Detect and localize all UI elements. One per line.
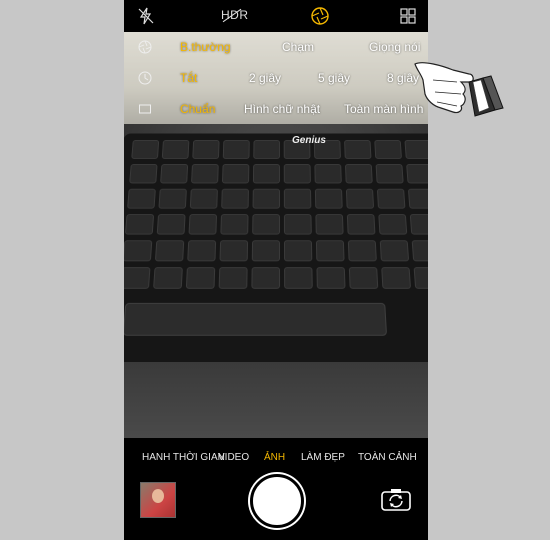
settings-row-shutter: B.thường Chạm Giọng nói	[124, 32, 428, 62]
mode-beauty[interactable]: LÀM ĐẸP	[301, 452, 345, 463]
option-normal[interactable]: B.thường	[180, 40, 231, 54]
camera-top-bar: HDR	[124, 0, 428, 32]
camera-settings-panel: B.thường Chạm Giọng nói Tắt 2 giây 5 giâ…	[124, 32, 428, 124]
thumbnail-photo	[152, 489, 164, 503]
mode-timelapse[interactable]: HANH THỜI GIAN	[142, 452, 225, 463]
pointing-hand-icon	[414, 62, 504, 117]
keyboard-image	[124, 133, 428, 373]
settings-row-aspect: Chuẩn Hình chữ nhật Toàn màn hình	[124, 94, 428, 124]
keyboard-brand-text: Genius	[292, 135, 326, 146]
desk-surface	[124, 362, 428, 438]
spacebar	[124, 302, 388, 336]
gallery-thumbnail[interactable]	[140, 482, 176, 518]
option-fullscreen[interactable]: Toàn màn hình	[344, 102, 423, 116]
mode-photo[interactable]: ẢNH	[264, 452, 285, 463]
mode-video[interactable]: VIDEO	[218, 452, 249, 463]
aperture-icon	[138, 40, 152, 54]
flash-off-icon[interactable]	[136, 6, 156, 26]
camera-mode-bar: HANH THỜI GIAN VIDEO ẢNH LÀM ĐẸP TOÀN CẢ…	[124, 438, 428, 478]
shutter-button[interactable]	[250, 474, 304, 528]
mode-panorama[interactable]: TOÀN CẢNH	[358, 452, 417, 463]
option-timer-off[interactable]: Tắt	[180, 71, 197, 85]
grid-icon[interactable]	[398, 6, 418, 26]
option-timer-2s[interactable]: 2 giây	[249, 71, 281, 85]
option-touch[interactable]: Chạm	[282, 40, 314, 54]
timer-icon	[138, 71, 152, 85]
aperture-icon[interactable]	[310, 6, 330, 26]
aspect-ratio-icon	[139, 104, 151, 114]
option-standard[interactable]: Chuẩn	[180, 102, 215, 116]
option-rectangle[interactable]: Hình chữ nhật	[244, 102, 320, 116]
camera-controls	[124, 474, 428, 540]
option-timer-5s[interactable]: 5 giây	[318, 71, 350, 85]
settings-row-timer: Tắt 2 giây 5 giây 8 giây	[124, 63, 428, 93]
phone-screen: Genius HDR B.thường Chạm Giọng nói Tắt 2…	[124, 0, 428, 540]
switch-camera-icon[interactable]	[380, 488, 412, 512]
